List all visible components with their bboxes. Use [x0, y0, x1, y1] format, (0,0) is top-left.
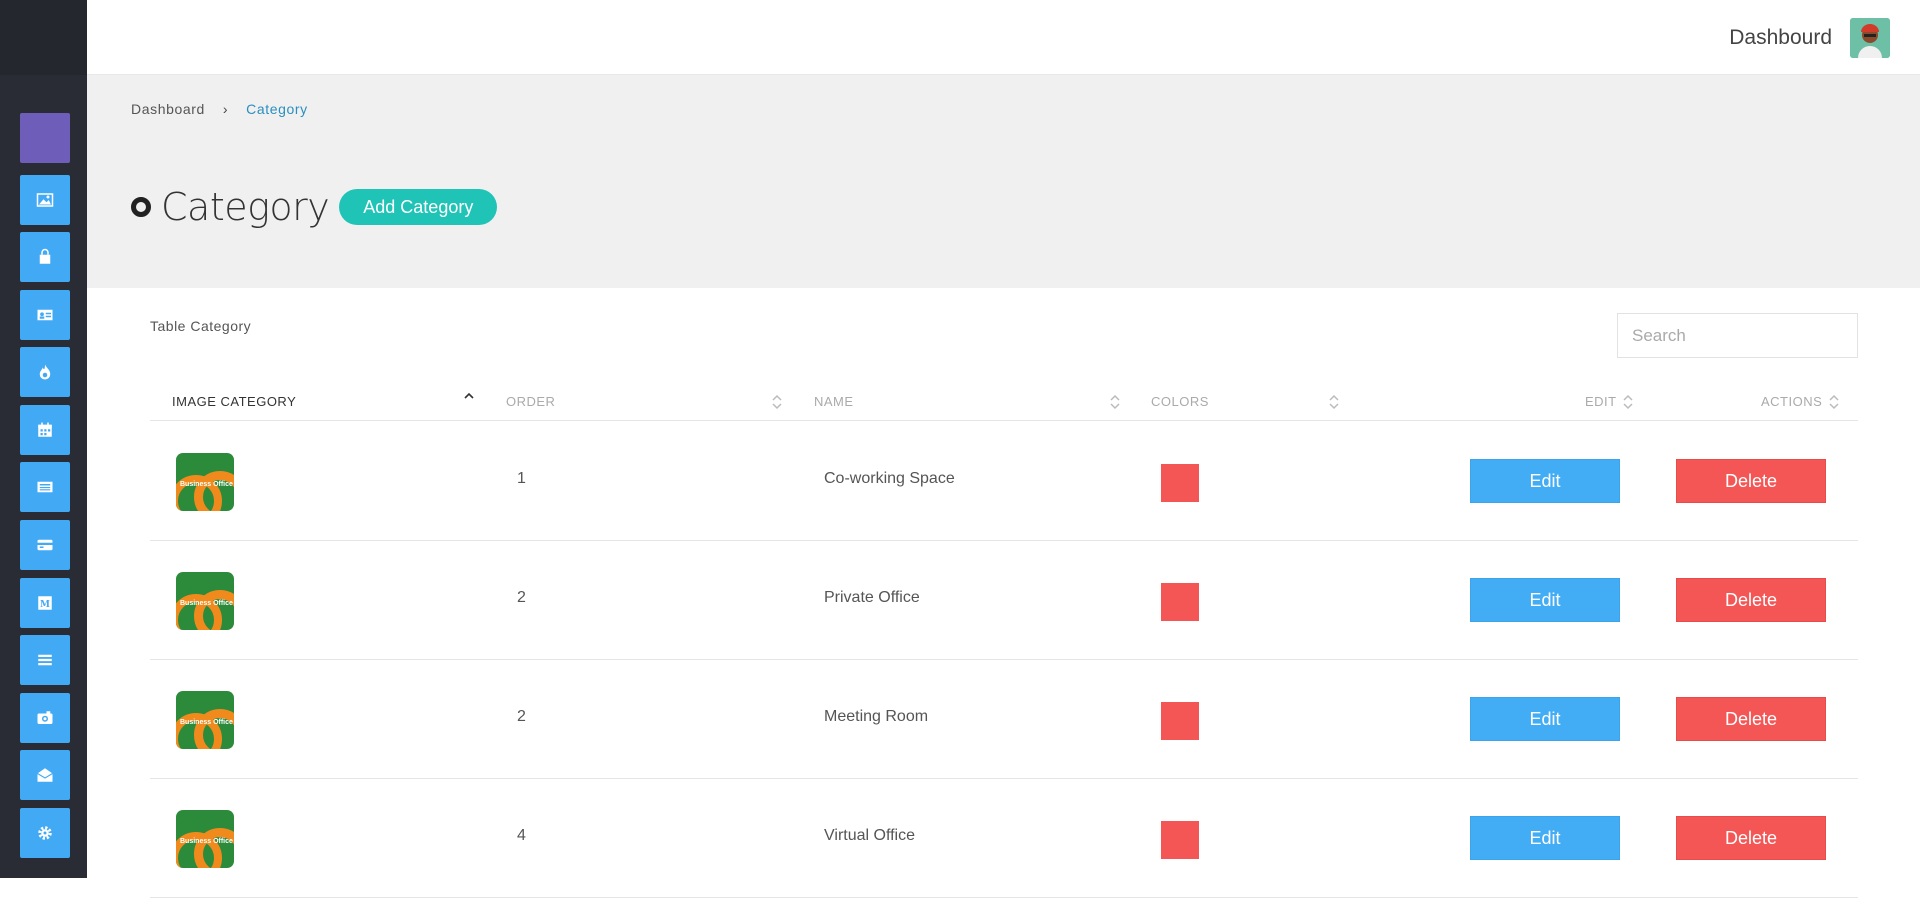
order-value: 2	[517, 589, 526, 606]
list-icon	[38, 654, 52, 666]
sidebar: M	[0, 0, 87, 878]
category-image: Business Office	[176, 810, 234, 868]
category-image-logo-text: Business Office	[180, 719, 233, 726]
color-swatch	[1161, 821, 1199, 859]
category-image: Business Office	[176, 572, 234, 630]
add-category-button[interactable]: Add Category	[339, 189, 498, 225]
camera-icon	[37, 711, 53, 724]
sort-icon[interactable]	[772, 394, 782, 410]
sidebar-item-shop[interactable]	[20, 232, 70, 282]
order-value: 2	[517, 708, 526, 725]
column-colors[interactable]: COLORS	[1151, 381, 1209, 421]
column-label: EDIT	[1585, 393, 1617, 409]
order-value: 4	[517, 827, 526, 844]
delete-button[interactable]: Delete	[1676, 816, 1826, 860]
delete-button[interactable]: Delete	[1676, 578, 1826, 622]
sidebar-item-list[interactable]	[20, 635, 70, 685]
search-input[interactable]	[1617, 313, 1858, 358]
circle-icon	[131, 197, 151, 217]
column-label: ORDER	[506, 393, 556, 409]
sort-icon[interactable]	[1829, 394, 1839, 410]
category-name: Meeting Room	[824, 708, 929, 725]
sort-icon[interactable]	[1623, 394, 1633, 410]
column-actions[interactable]: ACTIONS	[1761, 381, 1822, 421]
sort-icon[interactable]	[1110, 394, 1120, 410]
order-value: 1	[517, 470, 526, 487]
medium-icon: M	[38, 596, 52, 610]
color-swatch	[1161, 702, 1199, 740]
breadcrumb-dashboard[interactable]: Dashboard	[131, 101, 205, 117]
delete-button[interactable]: Delete	[1676, 697, 1826, 741]
category-name: Co-working Space	[824, 470, 955, 487]
edit-button[interactable]: Edit	[1470, 578, 1620, 622]
table-caption: Table Category	[150, 318, 252, 334]
edit-button[interactable]: Edit	[1470, 816, 1620, 860]
breadcrumb: Dashboard › Category	[131, 101, 308, 117]
sidebar-item-medium[interactable]: M	[20, 578, 70, 628]
table-header: IMAGE CATEGORY ORDER NAME COLORS EDIT AC…	[150, 381, 1858, 421]
edit-button[interactable]: Edit	[1470, 697, 1620, 741]
page-title: Category	[161, 185, 330, 229]
category-image-logo-text: Business Office	[180, 481, 233, 488]
category-name: Virtual Office	[824, 827, 916, 844]
calendar-icon	[38, 422, 52, 437]
column-label: NAME	[814, 393, 854, 409]
sidebar-item-camera[interactable]	[20, 693, 70, 743]
sort-asc-icon[interactable]	[464, 391, 474, 401]
top-bar: Dashbourd	[87, 0, 1920, 75]
shopping-bag-icon	[39, 248, 51, 264]
category-image-logo-text: Business Office	[180, 600, 233, 607]
top-bar-title[interactable]: Dashbourd	[1729, 26, 1832, 50]
color-swatch	[1161, 583, 1199, 621]
image-icon	[36, 193, 54, 207]
table-row: Business Office 2 Meeting Room Edit Dele…	[150, 660, 1858, 779]
column-label: COLORS	[1151, 393, 1209, 409]
edit-button[interactable]: Edit	[1470, 459, 1620, 503]
column-order[interactable]: ORDER	[506, 381, 555, 421]
column-name[interactable]: NAME	[814, 381, 854, 421]
id-card-icon	[37, 309, 53, 321]
sidebar-item-contacts[interactable]	[20, 290, 70, 340]
page-header: Dashboard › Category Category Add Catego…	[87, 75, 1920, 288]
sidebar-item-news[interactable]	[20, 462, 70, 512]
chevron-right-icon: ›	[222, 101, 229, 117]
gear-icon	[38, 826, 52, 840]
category-image: Business Office	[176, 453, 234, 511]
column-image-category[interactable]: IMAGE CATEGORY	[172, 381, 296, 421]
page-title-row: Category Add Category	[131, 185, 498, 229]
breadcrumb-category: Category	[246, 101, 308, 117]
sidebar-logo-strip	[0, 0, 87, 75]
color-swatch	[1161, 464, 1199, 502]
category-image: Business Office	[176, 691, 234, 749]
table-row: Business Office 2 Private Office Edit De…	[150, 541, 1858, 660]
category-image-logo-text: Business Office	[180, 838, 233, 845]
column-label: IMAGE CATEGORY	[172, 393, 297, 409]
sidebar-item-home[interactable]	[20, 113, 70, 163]
sidebar-item-trending[interactable]	[20, 347, 70, 397]
category-name: Private Office	[824, 589, 920, 606]
sidebar-item-payments[interactable]	[20, 520, 70, 570]
avatar-image	[1850, 18, 1890, 58]
table-row: Business Office 1 Co-working Space Edit …	[150, 422, 1858, 541]
sort-icon[interactable]	[1329, 394, 1339, 410]
credit-card-icon	[37, 539, 53, 551]
fire-icon	[39, 364, 51, 380]
column-label: ACTIONS	[1761, 393, 1823, 409]
column-edit[interactable]: EDIT	[1585, 381, 1617, 421]
sidebar-item-settings[interactable]	[20, 808, 70, 858]
delete-button[interactable]: Delete	[1676, 459, 1826, 503]
sidebar-item-mail[interactable]	[20, 750, 70, 800]
table-row: Business Office 4 Virtual Office Edit De…	[150, 779, 1858, 898]
sidebar-item-calendar[interactable]	[20, 405, 70, 455]
sidebar-item-images[interactable]	[20, 175, 70, 225]
avatar[interactable]	[1850, 18, 1890, 58]
svg-text:M: M	[40, 600, 50, 610]
newspaper-icon	[37, 481, 53, 493]
envelope-open-icon	[37, 768, 53, 782]
